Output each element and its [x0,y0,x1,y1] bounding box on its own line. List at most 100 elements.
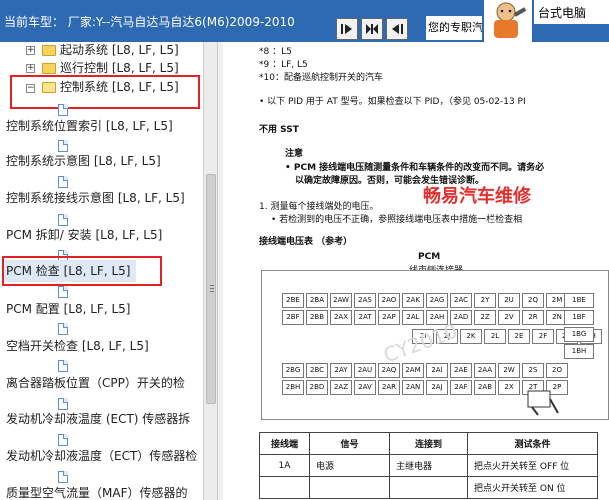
connector-diagram: 2BE 2BA 2AW 2AS 2AO 2AK 2AG 2AC 2Y 2U 2Q 2M 2BF 2BB 2A… [261,270,609,420]
tree-item-ect-removal[interactable]: 发动机冷却液温度 (ECT) 传感器拆 [6,411,190,427]
tree-item-ect-inspection[interactable]: 发动机冷却液温度（ECT）传感器检 [6,448,197,464]
table-row: 1A 电源 主继电器 把点火开关转至 OFF 位 [259,454,598,477]
prev-page-button[interactable] [386,18,408,40]
connector-pin: 2BB [306,310,328,325]
note-9: *9 ：LF, L5 [259,60,308,70]
table-cell [309,476,390,499]
tree-scrollbar[interactable] [203,42,217,500]
connector-pin: 2AA [474,363,496,378]
connector-pin: 2E [508,329,530,344]
connector-pin: 2AG [426,293,448,308]
note-8: *8 ：L5 [259,47,292,57]
double-arrow-icon [366,24,378,34]
document-icon [58,104,68,116]
connector-pin: 2AY [330,363,352,378]
tree-item-maf-sensor[interactable]: 质量型空气流量（MAF）传感器的 [6,485,187,500]
connector-pin: 2AZ [330,380,352,395]
table-cell: 电源 [309,454,390,477]
tree-item-cpp-switch[interactable]: 离合器踏板位置（CPP）开关的检 [6,375,185,391]
next-page-button[interactable] [336,18,358,40]
connector-pin: 2Z [474,310,496,325]
no-sst-label: 不用 SST [259,125,299,135]
connector-pin: 2L [484,329,506,344]
step-1-sub: • 若检测到的电压不正确，参照接线端电压表中措施一栏检查相 [271,215,523,225]
connector-pin: 1BE [564,293,594,308]
column-header-signal: 信号 [309,432,390,455]
document-pane: *8 ：L5 *9 ：LF, L5 *10：配备巡航控制开关的汽车 • 以下 P… [223,42,609,500]
document-icon [58,360,68,372]
nav-buttons [336,18,408,40]
folder-icon [42,45,56,56]
connector-pin: 2V [498,310,520,325]
caution-line-1: • PCM 接线端电压随测量条件和车辆条件的改变而不同。请务必 [285,163,545,173]
connector-pin: 2Q [522,293,544,308]
connector-pin: 2AK [402,293,424,308]
folder-icon [42,63,56,74]
ad-banner[interactable]: 台式电脑 [534,0,609,24]
connector-title: PCM [418,252,441,262]
connector-pin: 2BD [306,380,328,395]
table-cell: 1A [259,454,310,477]
tree-item-pcm-removal[interactable]: PCM 拆卸/ 安装 [L8, LF, L5] [6,227,162,243]
navigation-tree: + 起动系统 [L8, LF, L5] + 巡行控制 [L8, LF, L5] … [0,42,203,500]
collapse-toggle-icon[interactable]: + [26,46,35,55]
connector-pin: 2BE [282,293,304,308]
connector-pin: 2AW [330,293,352,308]
highlight-box-pcm-inspection [2,256,162,286]
document-icon [58,214,68,226]
table-cell [389,476,468,499]
connector-pin: 2F [532,329,554,344]
faint-watermark: CY2010 [380,318,461,368]
tree-item-cruise-control[interactable]: 巡行控制 [L8, LF, L5] [60,60,179,76]
tree-item-schematic[interactable]: 控制系统示意图 [L8, LF, L5] [6,153,161,169]
expert-banner[interactable]: 您的专职汽 [426,16,482,40]
connector-pin: 2AL [402,310,424,325]
column-header-terminal: 接线端 [259,432,310,455]
connector-pin: 2BA [306,293,328,308]
connector-pin: 2AX [330,310,352,325]
table-cell [259,476,310,499]
column-header-test-condition: 测试条件 [467,432,598,455]
table-cell: 把点火开关转至 OFF 位 [467,454,598,477]
connector-pin: 2AR [378,380,400,395]
document-icon [58,434,68,446]
connector-pin: 2K [460,329,482,344]
connector-pin: 2AT [354,310,376,325]
tree-item-wiring-diagram[interactable]: 控制系统接线示意图 [L8, LF, L5] [6,190,185,206]
connector-pin: 2BC [306,363,328,378]
connector-pin: 2AF [450,380,472,395]
connector-pin: 2S [522,363,544,378]
column-header-connected-to: 连接到 [389,432,468,455]
document-icon [58,323,68,335]
connector-pin: 1BH [564,344,594,359]
connector-pin: 2AI [426,363,448,378]
connector-pin: 2R [522,310,544,325]
connector-pin: 2BH [282,380,304,395]
tree-item-starting-system[interactable]: 起动系统 [L8, LF, L5] [60,42,179,58]
connector-pin: 2AJ [426,380,448,395]
document-icon [58,471,68,483]
scrollbar-thumb[interactable] [206,174,216,404]
connector-pin: 2AM [402,363,424,378]
first-last-button[interactable] [361,18,383,40]
table-cell: 把点火开关转至 ON 位 [467,476,598,499]
tree-item-pcm-config[interactable]: PCM 配置 [L8, LF, L5] [6,301,130,317]
tree-item-neutral-switch[interactable]: 空档开关检查 [L8, LF, L5] [6,338,149,354]
connector-pin: 2AC [450,293,472,308]
document-icon [58,176,68,188]
connector-pin: 2AN [402,380,424,395]
caution-title: 注意 [285,149,304,159]
arrow-right-icon [341,24,352,34]
mechanic-icon [484,0,532,42]
tree-item-location-index[interactable]: 控制系统位置索引 [L8, LF, L5] [6,118,173,134]
connector-pin: 2AU [354,363,376,378]
arrow-left-icon [392,24,403,34]
connector-pin: 2X [498,380,520,395]
step-1: 1. 测量每个接线端处的电压。 [259,202,379,212]
watermark: 畅易汽车维修 [423,186,531,207]
table-title: 接线端电压表 （参考） [259,237,353,247]
connector-pin: 2W [498,363,520,378]
terminal-voltage-table: 接线端 信号 连接到 测试条件 1A 电源 主继电器 把点火开关转至 OFF 位… [259,432,598,499]
expand-toggle-icon[interactable]: + [26,64,35,73]
highlight-box-control-system [10,75,200,109]
